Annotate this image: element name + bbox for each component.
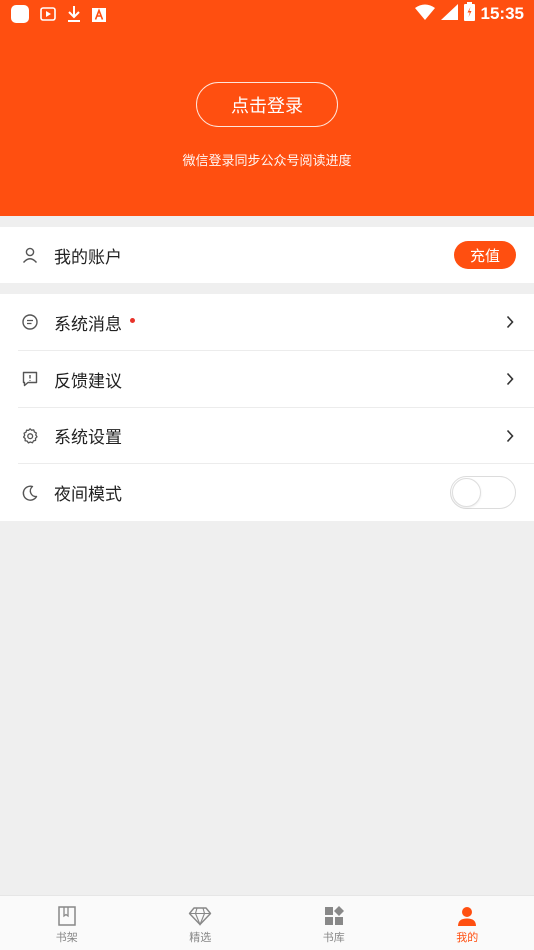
message-icon — [20, 312, 40, 332]
night-mode-toggle[interactable] — [450, 476, 516, 510]
account-label: 我的账户 — [54, 247, 122, 268]
tab-mine[interactable]: 我的 — [401, 896, 534, 950]
battery-icon — [463, 2, 475, 25]
video-icon — [40, 6, 56, 26]
recharge-button[interactable]: 充值 — [454, 241, 516, 269]
chevron-right-icon — [504, 314, 516, 330]
user-icon — [20, 245, 40, 265]
tab-featured[interactable]: 精选 — [134, 896, 268, 950]
settings-icon — [20, 426, 40, 446]
download-icon — [66, 5, 82, 27]
tab-label: 书库 — [322, 931, 345, 944]
status-bar: 15:35 — [0, 0, 534, 30]
moon-icon — [20, 483, 40, 503]
signal-icon — [440, 3, 458, 24]
tab-label: 书架 — [55, 931, 78, 944]
tab-label: 精选 — [189, 931, 212, 944]
menu-item-label: 反馈建议 — [54, 371, 122, 392]
tab-library[interactable]: 书库 — [267, 896, 401, 950]
tab-bookshelf[interactable]: 书架 — [0, 896, 134, 950]
toggle-knob — [452, 478, 481, 508]
menu-item-label: 夜间模式 — [54, 485, 122, 506]
chevron-right-icon — [504, 371, 516, 387]
diamond-icon — [188, 905, 212, 927]
profile-header: 15:35 点击登录 微信登录同步公众号阅读进度 — [0, 0, 534, 216]
chevron-right-icon — [504, 428, 516, 444]
menu-card: 系统消息 反馈建议 系统设置 夜间模式 — [0, 294, 534, 521]
library-icon — [322, 905, 346, 927]
wifi-icon — [414, 4, 435, 24]
status-time: 15:35 — [480, 3, 524, 23]
menu-item-system-messages[interactable]: 系统消息 — [0, 294, 534, 351]
login-button[interactable]: 点击登录 — [196, 82, 338, 127]
app-icon — [10, 4, 30, 28]
a-icon — [92, 7, 106, 26]
login-hint: 微信登录同步公众号阅读进度 — [182, 154, 352, 169]
tab-label: 我的 — [456, 931, 479, 944]
menu-item-label: 系统设置 — [54, 428, 122, 449]
account-row[interactable]: 我的账户 充值 — [0, 227, 534, 283]
menu-item-feedback[interactable]: 反馈建议 — [0, 351, 534, 408]
menu-item-night-mode: 夜间模式 — [0, 464, 534, 521]
profile-icon — [455, 905, 479, 927]
account-card: 我的账户 充值 — [0, 227, 534, 283]
bottom-tab-bar: 书架 精选 书库 我的 — [0, 895, 534, 950]
menu-item-system-settings[interactable]: 系统设置 — [0, 408, 534, 465]
menu-item-label: 系统消息 — [54, 314, 122, 335]
unread-dot — [130, 317, 135, 323]
feedback-icon — [20, 369, 40, 389]
bookshelf-icon — [55, 905, 79, 927]
